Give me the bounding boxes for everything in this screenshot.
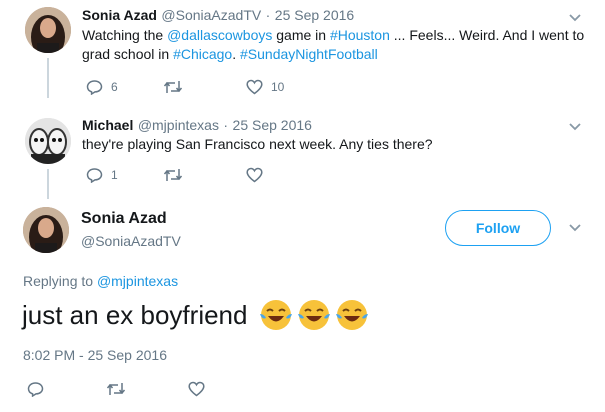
- text-segment: ... Feels... Weird. And I went to: [389, 27, 585, 43]
- reply-button[interactable]: 1: [86, 167, 118, 183]
- tweet-header: Sonia Azad @SoniaAzadTV · 25 Sep 2016: [82, 7, 354, 25]
- mention-link[interactable]: @dallascowboys: [167, 27, 272, 43]
- avatar[interactable]: [25, 7, 71, 53]
- tweet-header: Michael @mjpintexas · 25 Sep 2016: [82, 117, 312, 135]
- avatar[interactable]: [25, 118, 71, 164]
- retweet-button[interactable]: [163, 167, 191, 183]
- like-button[interactable]: [188, 381, 205, 397]
- text-segment: .: [232, 46, 240, 62]
- like-count: 10: [271, 80, 285, 94]
- thread-line: [47, 169, 49, 199]
- author-name[interactable]: Michael: [82, 117, 133, 133]
- hashtag-link[interactable]: #Houston: [330, 27, 390, 43]
- chevron-down-icon[interactable]: [568, 13, 582, 23]
- avatar[interactable]: [23, 207, 69, 253]
- tweet-date[interactable]: 25 Sep 2016: [275, 7, 354, 23]
- author-handle[interactable]: @mjpintexas: [138, 117, 219, 133]
- thread-line: [47, 58, 49, 98]
- hashtag-link[interactable]: #SundayNightFootball: [240, 46, 378, 62]
- tweet-date[interactable]: 25 Sep 2016: [233, 117, 312, 133]
- retweet-icon: [163, 81, 183, 93]
- replying-to: Replying to @mjpintexas: [23, 273, 178, 289]
- retweet-icon: [163, 169, 183, 181]
- tweet-text: just an ex boyfriend: [22, 299, 248, 330]
- like-button[interactable]: [246, 167, 271, 183]
- face-with-tears-of-joy-icon: [298, 300, 331, 330]
- retweet-icon: [106, 383, 126, 395]
- text-segment: grad school in: [82, 46, 174, 62]
- separator: ·: [265, 7, 271, 23]
- author-handle[interactable]: @SoniaAzadTV: [161, 7, 261, 23]
- main-tweet-text: just an ex boyfriend: [22, 298, 369, 332]
- reply-icon: [86, 80, 103, 95]
- hashtag-link[interactable]: #Chicago: [173, 46, 232, 62]
- author-name[interactable]: Sonia Azad: [82, 7, 157, 23]
- separator: ·: [223, 117, 229, 133]
- chevron-down-icon[interactable]: [568, 223, 582, 233]
- tweet-text: Watching the @dallascowboys game in #Hou…: [82, 26, 587, 64]
- heart-icon: [246, 79, 263, 95]
- replying-prefix: Replying to: [23, 273, 97, 289]
- retweet-button[interactable]: [106, 381, 126, 397]
- face-with-tears-of-joy-icon: [336, 300, 369, 330]
- text-segment: game in: [272, 27, 330, 43]
- face-with-tears-of-joy-icon: [260, 300, 293, 330]
- like-button[interactable]: 10: [246, 79, 284, 95]
- tweet-timestamp[interactable]: 8:02 PM - 25 Sep 2016: [23, 347, 167, 363]
- reply-icon: [27, 382, 44, 397]
- tweet-text: they're playing San Francisco next week.…: [82, 136, 433, 152]
- follow-button[interactable]: Follow: [445, 210, 551, 246]
- text-segment: Watching the: [82, 27, 168, 43]
- main-author-handle[interactable]: @SoniaAzadTV: [81, 233, 181, 249]
- reply-button[interactable]: [27, 381, 44, 397]
- heart-icon: [188, 381, 205, 397]
- replying-handle-link[interactable]: @mjpintexas: [97, 273, 178, 289]
- reply-count: 6: [111, 80, 118, 94]
- reply-count: 1: [111, 168, 118, 182]
- retweet-button[interactable]: [163, 79, 191, 95]
- reply-button[interactable]: 6: [86, 79, 118, 95]
- main-author-name[interactable]: Sonia Azad: [81, 210, 167, 228]
- heart-icon: [246, 167, 263, 183]
- reply-icon: [86, 168, 103, 183]
- chevron-down-icon[interactable]: [568, 122, 582, 132]
